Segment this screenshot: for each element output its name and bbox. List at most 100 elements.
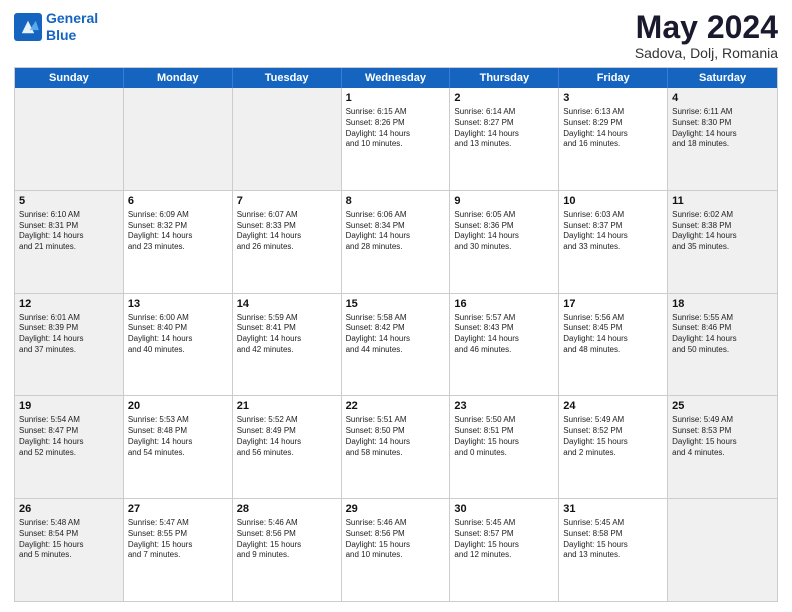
day-number: 3 <box>563 91 663 106</box>
day-info: Sunrise: 5:53 AM Sunset: 8:48 PM Dayligh… <box>128 415 228 458</box>
calendar-cell: 11Sunrise: 6:02 AM Sunset: 8:38 PM Dayli… <box>668 191 777 293</box>
day-number: 27 <box>128 502 228 517</box>
calendar-body: 1Sunrise: 6:15 AM Sunset: 8:26 PM Daylig… <box>15 88 777 601</box>
calendar-cell: 20Sunrise: 5:53 AM Sunset: 8:48 PM Dayli… <box>124 396 233 498</box>
logo-icon <box>14 13 42 41</box>
calendar-cell: 16Sunrise: 5:57 AM Sunset: 8:43 PM Dayli… <box>450 294 559 396</box>
calendar-cell: 25Sunrise: 5:49 AM Sunset: 8:53 PM Dayli… <box>668 396 777 498</box>
weekday-header: Tuesday <box>233 68 342 88</box>
day-number: 31 <box>563 502 663 517</box>
day-info: Sunrise: 5:49 AM Sunset: 8:53 PM Dayligh… <box>672 415 773 458</box>
calendar-cell <box>15 88 124 190</box>
day-number: 20 <box>128 399 228 414</box>
calendar-cell: 21Sunrise: 5:52 AM Sunset: 8:49 PM Dayli… <box>233 396 342 498</box>
day-info: Sunrise: 5:50 AM Sunset: 8:51 PM Dayligh… <box>454 415 554 458</box>
calendar-cell: 28Sunrise: 5:46 AM Sunset: 8:56 PM Dayli… <box>233 499 342 601</box>
day-number: 14 <box>237 297 337 312</box>
calendar-cell: 31Sunrise: 5:45 AM Sunset: 8:58 PM Dayli… <box>559 499 668 601</box>
day-number: 1 <box>346 91 446 106</box>
calendar-cell: 2Sunrise: 6:14 AM Sunset: 8:27 PM Daylig… <box>450 88 559 190</box>
day-info: Sunrise: 5:45 AM Sunset: 8:57 PM Dayligh… <box>454 518 554 561</box>
day-info: Sunrise: 5:45 AM Sunset: 8:58 PM Dayligh… <box>563 518 663 561</box>
day-number: 4 <box>672 91 773 106</box>
calendar-cell: 7Sunrise: 6:07 AM Sunset: 8:33 PM Daylig… <box>233 191 342 293</box>
day-info: Sunrise: 5:59 AM Sunset: 8:41 PM Dayligh… <box>237 313 337 356</box>
day-number: 30 <box>454 502 554 517</box>
calendar-cell: 30Sunrise: 5:45 AM Sunset: 8:57 PM Dayli… <box>450 499 559 601</box>
day-info: Sunrise: 5:46 AM Sunset: 8:56 PM Dayligh… <box>346 518 446 561</box>
calendar-cell: 27Sunrise: 5:47 AM Sunset: 8:55 PM Dayli… <box>124 499 233 601</box>
day-info: Sunrise: 5:56 AM Sunset: 8:45 PM Dayligh… <box>563 313 663 356</box>
day-info: Sunrise: 5:47 AM Sunset: 8:55 PM Dayligh… <box>128 518 228 561</box>
calendar-cell <box>668 499 777 601</box>
day-number: 13 <box>128 297 228 312</box>
calendar-cell: 10Sunrise: 6:03 AM Sunset: 8:37 PM Dayli… <box>559 191 668 293</box>
day-number: 12 <box>19 297 119 312</box>
logo: General Blue <box>14 10 98 44</box>
day-number: 18 <box>672 297 773 312</box>
day-info: Sunrise: 6:00 AM Sunset: 8:40 PM Dayligh… <box>128 313 228 356</box>
location: Sadova, Dolj, Romania <box>635 45 778 61</box>
day-info: Sunrise: 5:51 AM Sunset: 8:50 PM Dayligh… <box>346 415 446 458</box>
weekday-header: Wednesday <box>342 68 451 88</box>
calendar-cell: 18Sunrise: 5:55 AM Sunset: 8:46 PM Dayli… <box>668 294 777 396</box>
day-number: 24 <box>563 399 663 414</box>
calendar-cell: 1Sunrise: 6:15 AM Sunset: 8:26 PM Daylig… <box>342 88 451 190</box>
calendar-row: 19Sunrise: 5:54 AM Sunset: 8:47 PM Dayli… <box>15 396 777 499</box>
logo-text: General Blue <box>46 10 98 44</box>
day-info: Sunrise: 6:15 AM Sunset: 8:26 PM Dayligh… <box>346 107 446 150</box>
day-number: 2 <box>454 91 554 106</box>
page-header: General Blue May 2024 Sadova, Dolj, Roma… <box>14 10 778 61</box>
calendar-cell: 14Sunrise: 5:59 AM Sunset: 8:41 PM Dayli… <box>233 294 342 396</box>
calendar-row: 1Sunrise: 6:15 AM Sunset: 8:26 PM Daylig… <box>15 88 777 191</box>
day-number: 25 <box>672 399 773 414</box>
day-number: 26 <box>19 502 119 517</box>
day-number: 11 <box>672 194 773 209</box>
day-info: Sunrise: 5:48 AM Sunset: 8:54 PM Dayligh… <box>19 518 119 561</box>
day-info: Sunrise: 5:46 AM Sunset: 8:56 PM Dayligh… <box>237 518 337 561</box>
day-info: Sunrise: 6:10 AM Sunset: 8:31 PM Dayligh… <box>19 210 119 253</box>
day-number: 7 <box>237 194 337 209</box>
calendar-cell <box>233 88 342 190</box>
day-info: Sunrise: 6:03 AM Sunset: 8:37 PM Dayligh… <box>563 210 663 253</box>
calendar-cell: 15Sunrise: 5:58 AM Sunset: 8:42 PM Dayli… <box>342 294 451 396</box>
day-info: Sunrise: 5:52 AM Sunset: 8:49 PM Dayligh… <box>237 415 337 458</box>
calendar-row: 5Sunrise: 6:10 AM Sunset: 8:31 PM Daylig… <box>15 191 777 294</box>
day-number: 17 <box>563 297 663 312</box>
day-info: Sunrise: 5:54 AM Sunset: 8:47 PM Dayligh… <box>19 415 119 458</box>
weekday-header: Friday <box>559 68 668 88</box>
day-number: 23 <box>454 399 554 414</box>
weekday-header: Saturday <box>668 68 777 88</box>
day-number: 16 <box>454 297 554 312</box>
day-number: 22 <box>346 399 446 414</box>
calendar-cell: 19Sunrise: 5:54 AM Sunset: 8:47 PM Dayli… <box>15 396 124 498</box>
day-info: Sunrise: 6:14 AM Sunset: 8:27 PM Dayligh… <box>454 107 554 150</box>
calendar-cell: 17Sunrise: 5:56 AM Sunset: 8:45 PM Dayli… <box>559 294 668 396</box>
day-number: 21 <box>237 399 337 414</box>
month-title: May 2024 <box>635 10 778 45</box>
day-number: 28 <box>237 502 337 517</box>
day-info: Sunrise: 6:11 AM Sunset: 8:30 PM Dayligh… <box>672 107 773 150</box>
calendar-cell: 22Sunrise: 5:51 AM Sunset: 8:50 PM Dayli… <box>342 396 451 498</box>
calendar-cell <box>124 88 233 190</box>
weekday-header: Sunday <box>15 68 124 88</box>
day-info: Sunrise: 6:13 AM Sunset: 8:29 PM Dayligh… <box>563 107 663 150</box>
title-block: May 2024 Sadova, Dolj, Romania <box>635 10 778 61</box>
calendar-cell: 8Sunrise: 6:06 AM Sunset: 8:34 PM Daylig… <box>342 191 451 293</box>
calendar-cell: 9Sunrise: 6:05 AM Sunset: 8:36 PM Daylig… <box>450 191 559 293</box>
calendar-cell: 24Sunrise: 5:49 AM Sunset: 8:52 PM Dayli… <box>559 396 668 498</box>
day-info: Sunrise: 5:58 AM Sunset: 8:42 PM Dayligh… <box>346 313 446 356</box>
day-number: 10 <box>563 194 663 209</box>
calendar-cell: 13Sunrise: 6:00 AM Sunset: 8:40 PM Dayli… <box>124 294 233 396</box>
calendar-cell: 23Sunrise: 5:50 AM Sunset: 8:51 PM Dayli… <box>450 396 559 498</box>
calendar-cell: 4Sunrise: 6:11 AM Sunset: 8:30 PM Daylig… <box>668 88 777 190</box>
calendar-cell: 6Sunrise: 6:09 AM Sunset: 8:32 PM Daylig… <box>124 191 233 293</box>
day-number: 19 <box>19 399 119 414</box>
calendar-cell: 5Sunrise: 6:10 AM Sunset: 8:31 PM Daylig… <box>15 191 124 293</box>
day-number: 6 <box>128 194 228 209</box>
calendar-cell: 3Sunrise: 6:13 AM Sunset: 8:29 PM Daylig… <box>559 88 668 190</box>
calendar-row: 26Sunrise: 5:48 AM Sunset: 8:54 PM Dayli… <box>15 499 777 601</box>
weekday-header: Thursday <box>450 68 559 88</box>
day-info: Sunrise: 5:57 AM Sunset: 8:43 PM Dayligh… <box>454 313 554 356</box>
day-info: Sunrise: 6:05 AM Sunset: 8:36 PM Dayligh… <box>454 210 554 253</box>
